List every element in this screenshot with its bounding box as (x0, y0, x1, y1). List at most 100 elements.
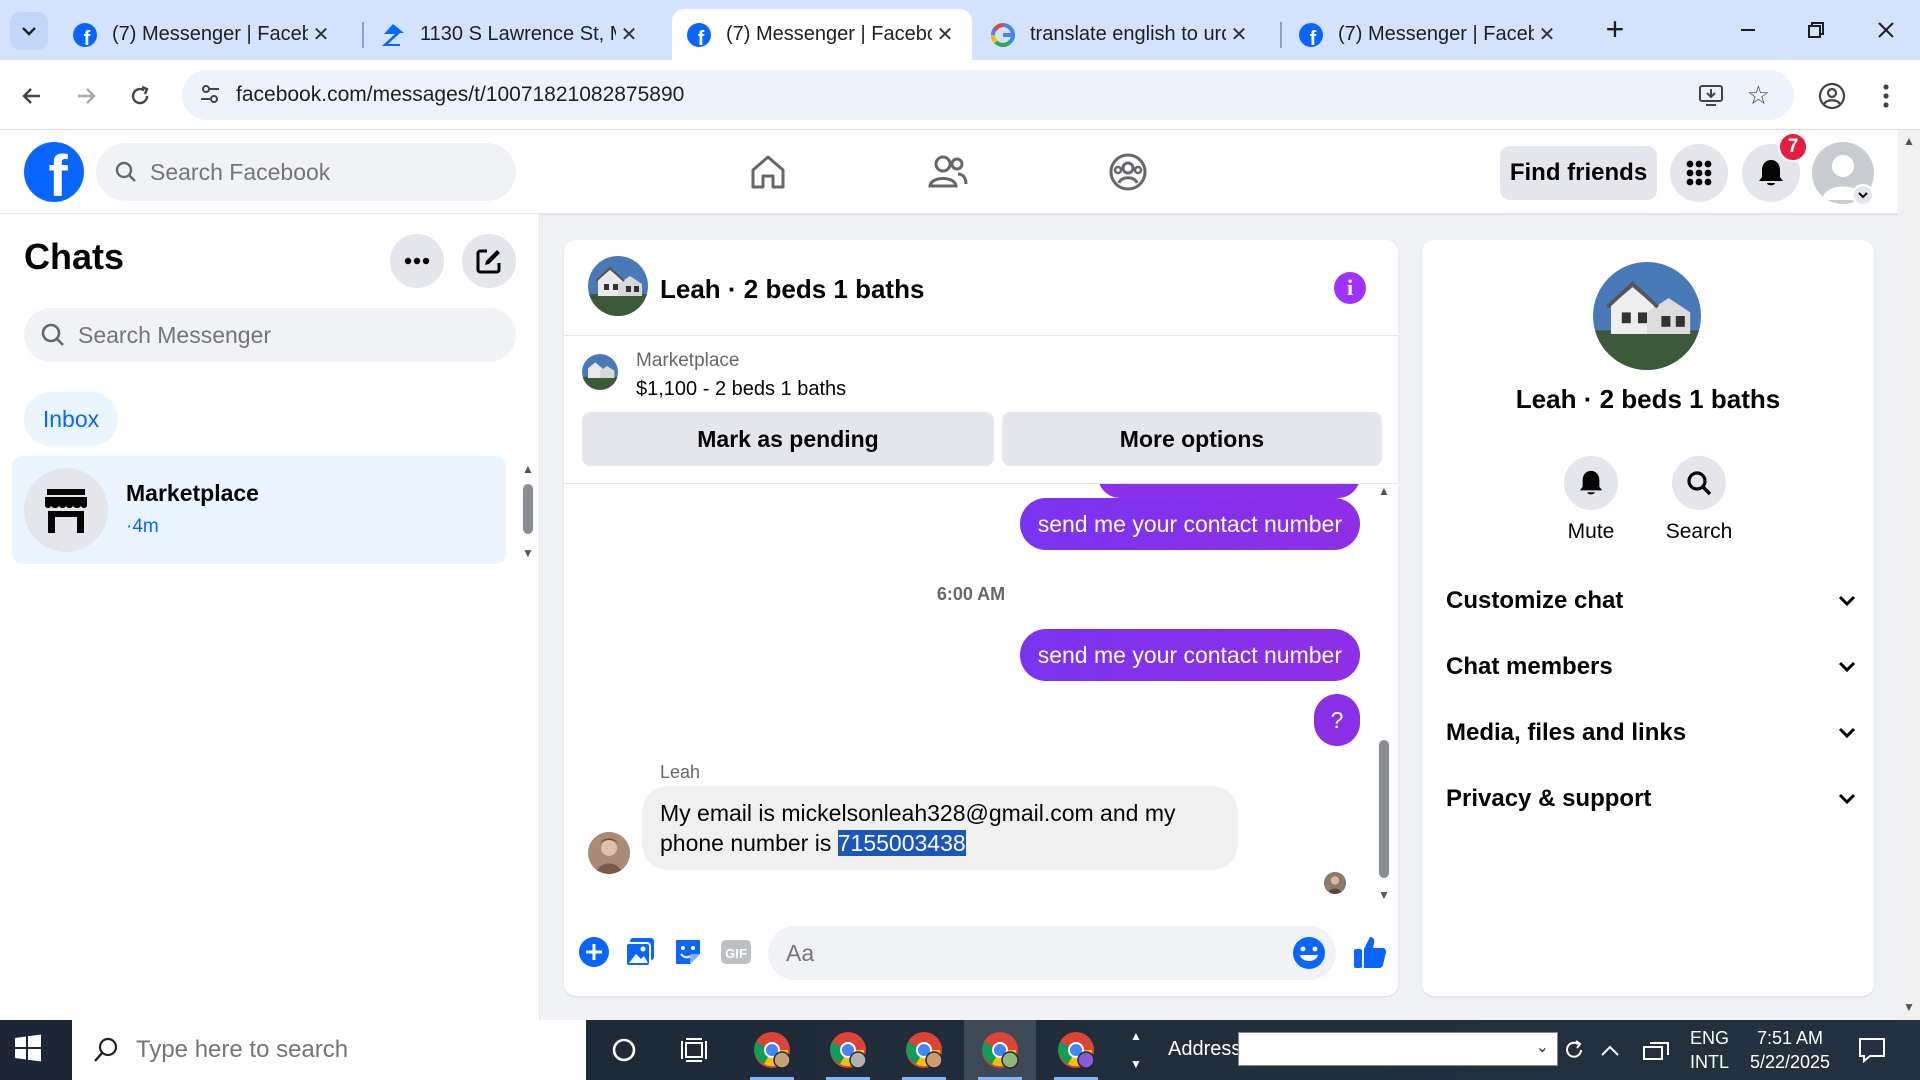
info-icon[interactable]: i (1334, 272, 1366, 304)
tab-search-button[interactable] (10, 12, 48, 50)
mark-as-pending-button[interactable]: Mark as pending (582, 412, 994, 466)
scroll-down-icon[interactable]: ▼ (522, 546, 534, 560)
search-action[interactable]: Search (1654, 456, 1744, 544)
messenger-search[interactable] (24, 308, 516, 362)
taskbar-chrome-app[interactable] (888, 1020, 960, 1080)
facebook-search[interactable] (96, 143, 516, 201)
section-customize-chat[interactable]: Customize chat (1446, 574, 1856, 628)
messenger-search-input[interactable] (78, 321, 498, 349)
close-icon[interactable]: ✕ (1226, 22, 1252, 47)
action-center-button[interactable] (1852, 1030, 1892, 1070)
scrollbar-thumb[interactable] (523, 484, 533, 534)
search-in-chat-button[interactable] (1672, 456, 1726, 510)
inbox-filter-chip[interactable]: Inbox (24, 392, 118, 446)
browser-menu-button[interactable] (1868, 78, 1904, 114)
taskbar-chrome-app[interactable] (736, 1020, 808, 1080)
language-indicator[interactable]: ENG INTL (1690, 1020, 1729, 1080)
network-button[interactable] (1636, 1030, 1676, 1070)
more-actions-button[interactable] (576, 934, 612, 970)
message-bubble-incoming[interactable]: My email is mickelsonleah328@gmail.com a… (642, 786, 1238, 870)
mute-action[interactable]: Mute (1546, 456, 1636, 544)
like-button[interactable] (1350, 934, 1390, 970)
thread-scrollbar[interactable]: ▲ ▼ (1374, 484, 1392, 904)
address-bar[interactable]: facebook.com/messages/t/1007182108287589… (182, 70, 1794, 120)
chevron-down-icon[interactable]: ⌄ (1536, 1037, 1549, 1057)
task-view-button[interactable] (674, 1030, 714, 1070)
mute-button[interactable] (1564, 456, 1618, 510)
scrollbar-thumb[interactable] (1379, 740, 1389, 878)
new-message-button[interactable] (462, 234, 516, 288)
taskbar-search-input[interactable] (136, 1036, 566, 1064)
close-icon[interactable]: ✕ (1534, 22, 1560, 47)
forward-button[interactable] (68, 78, 104, 114)
message-bubble-outgoing[interactable] (1098, 484, 1360, 498)
taskbar-search[interactable] (72, 1020, 586, 1080)
browser-tab[interactable]: translate english to urdu ✕ (976, 9, 1266, 60)
close-icon[interactable]: ✕ (932, 22, 958, 47)
emoji-icon[interactable] (1292, 936, 1326, 975)
browser-tab-active[interactable]: f (7) Messenger | Facebook ✕ (672, 9, 972, 60)
scroll-down-icon[interactable]: ▼ (1378, 888, 1390, 902)
listing-thumbnail[interactable] (582, 354, 618, 390)
address-go-button[interactable] (1554, 1030, 1594, 1070)
sender-avatar[interactable] (588, 832, 630, 874)
conversation-avatar[interactable] (588, 256, 648, 316)
attach-photo-button[interactable] (622, 934, 658, 970)
listing-price[interactable]: $1,100 - 2 beds 1 baths (636, 378, 846, 401)
back-button[interactable] (14, 78, 50, 114)
chat-list-scrollbar[interactable]: ▲ ▼ (520, 462, 534, 562)
selected-phone-number[interactable]: 7155003438 (837, 830, 966, 856)
chevron-up-icon[interactable]: ▲ (1130, 1029, 1142, 1043)
restore-button[interactable] (1796, 12, 1836, 48)
gif-button[interactable]: GIF (718, 934, 754, 970)
menu-button[interactable] (1670, 144, 1728, 202)
more-options-button[interactable]: More options (1002, 412, 1382, 466)
facebook-logo-icon[interactable]: f (24, 142, 84, 202)
browser-tab[interactable]: 1130 S Lawrence St, Mon ✕ (366, 9, 656, 60)
cortana-button[interactable] (604, 1030, 644, 1070)
scroll-up-icon[interactable]: ▲ (522, 462, 534, 476)
message-bubble-outgoing[interactable]: send me your contact number (1019, 498, 1360, 550)
taskbar-chrome-app-active[interactable] (964, 1020, 1036, 1080)
section-media-files-links[interactable]: Media, files and links (1446, 706, 1856, 760)
message-bubble-outgoing[interactable]: send me your contact number (1019, 629, 1360, 681)
profile-button[interactable] (1814, 78, 1850, 114)
nav-home[interactable] (738, 144, 798, 200)
system-clock[interactable]: 7:51 AM 5/22/2025 (1740, 1026, 1840, 1074)
close-icon[interactable]: ✕ (308, 22, 334, 47)
minimize-button[interactable] (1728, 12, 1768, 48)
install-app-icon[interactable] (1698, 82, 1724, 113)
page-scrollbar[interactable]: ▲ ▼ (1898, 130, 1920, 1020)
find-friends-button[interactable]: Find friends (1500, 146, 1657, 200)
scroll-up-icon[interactable]: ▲ (1378, 484, 1390, 498)
browser-tab[interactable]: f (7) Messenger | Facebook ✕ (1284, 9, 1574, 60)
sticker-button[interactable] (670, 934, 706, 970)
bookmark-star-icon[interactable]: ☆ (1747, 80, 1770, 111)
section-chat-members[interactable]: Chat members (1446, 640, 1856, 694)
message-input[interactable] (786, 939, 1256, 967)
chevron-down-icon[interactable]: ▼ (1130, 1057, 1142, 1071)
chat-list-item[interactable]: Marketplace ·4m (12, 456, 506, 564)
scroll-down-icon[interactable]: ▼ (1903, 1000, 1915, 1014)
new-tab-button[interactable]: + (1598, 13, 1632, 48)
reload-button[interactable] (122, 78, 158, 114)
taskbar-chrome-app[interactable] (812, 1020, 884, 1080)
address-toolbar-input[interactable]: ⌄ (1238, 1032, 1558, 1066)
window-close-button[interactable] (1866, 12, 1906, 48)
chevron-down-icon[interactable] (1852, 184, 1874, 206)
section-privacy-support[interactable]: Privacy & support (1446, 772, 1856, 826)
taskbar-chrome-app[interactable] (1040, 1020, 1112, 1080)
scroll-up-icon[interactable]: ▲ (1903, 134, 1915, 148)
browser-tab[interactable]: f (7) Messenger | Facebook ✕ (58, 9, 348, 60)
close-icon[interactable]: ✕ (616, 22, 642, 47)
facebook-search-input[interactable] (150, 158, 490, 186)
start-button[interactable] (14, 1034, 46, 1066)
site-info-icon[interactable] (198, 82, 222, 111)
message-bubble-outgoing[interactable]: ? (1314, 694, 1360, 746)
nav-friends[interactable] (918, 144, 978, 200)
conversation-avatar-large[interactable] (1593, 262, 1701, 370)
toolbar-scroll[interactable]: ▲ ▼ (1126, 1022, 1146, 1078)
chat-options-button[interactable] (390, 234, 444, 288)
show-hidden-icons-button[interactable] (1590, 1030, 1630, 1070)
nav-groups[interactable] (1098, 144, 1158, 200)
